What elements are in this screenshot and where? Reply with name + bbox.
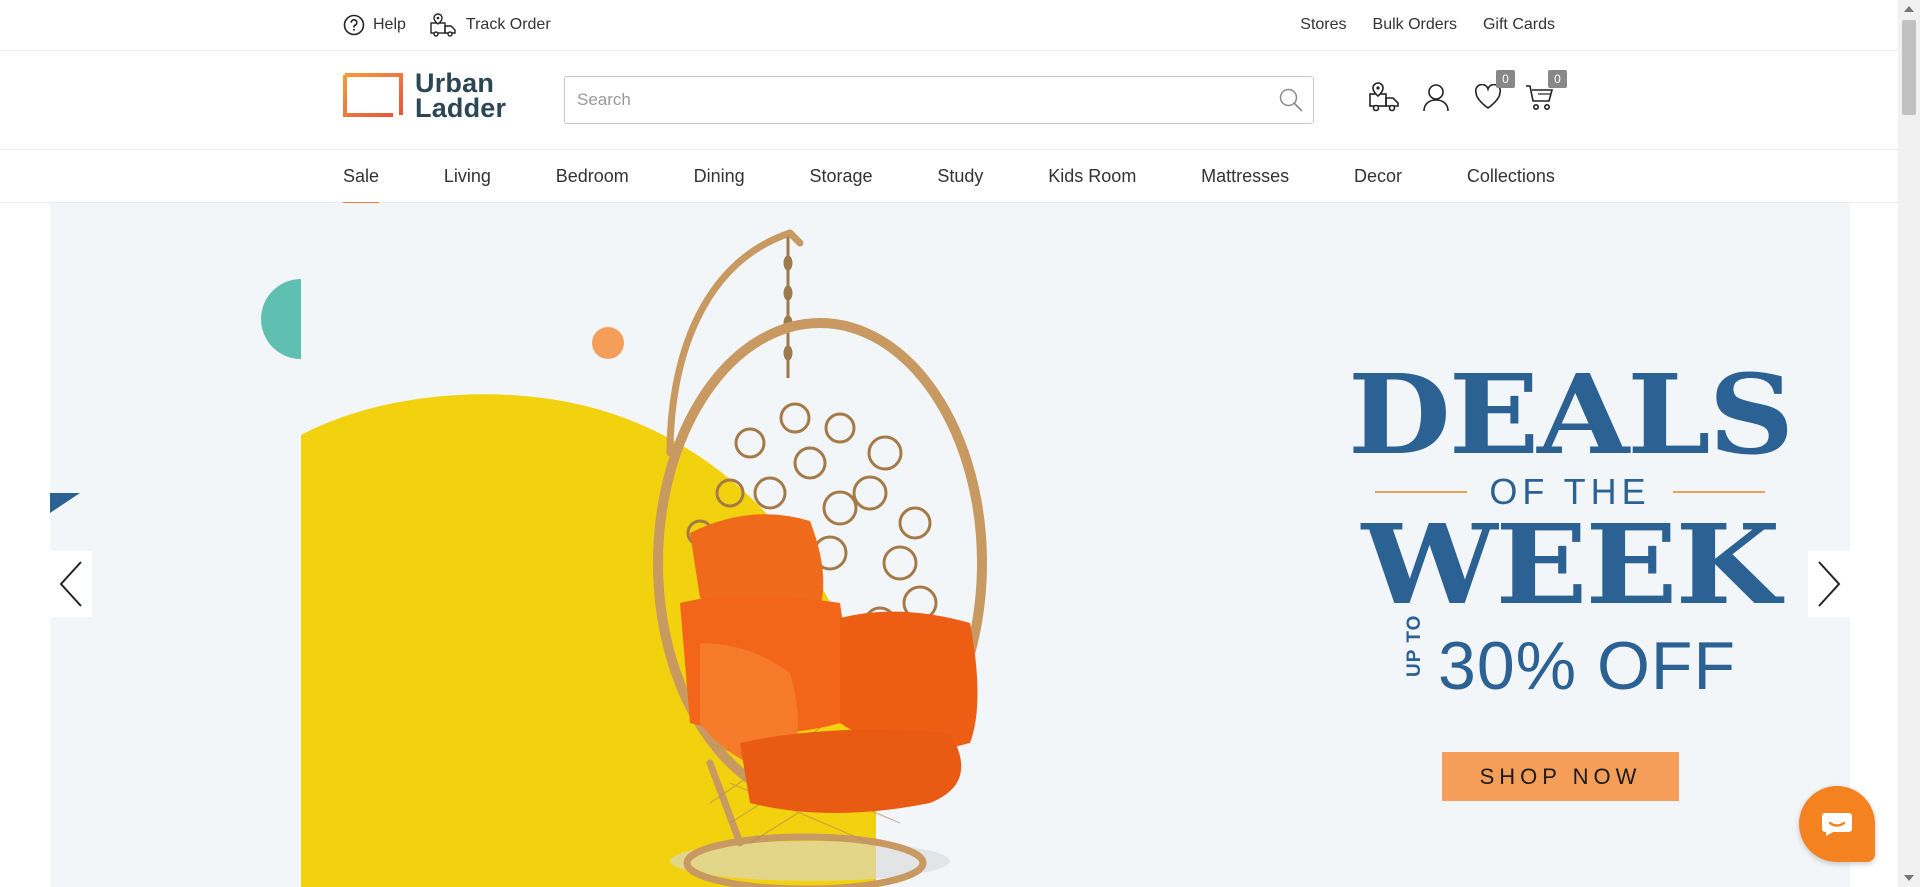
chevron-left-icon — [59, 561, 82, 607]
week-headline: WEEK — [1361, 500, 1781, 629]
teal-half-circle — [261, 279, 301, 359]
category-nav: Sale Living Bedroom Dining Storage Study… — [0, 150, 1898, 204]
divider-line-right — [1672, 491, 1765, 493]
gift-cards-link[interactable]: Gift Cards — [1483, 16, 1555, 34]
page-scrollbar[interactable] — [1898, 0, 1920, 887]
stores-link[interactable]: Stores — [1300, 16, 1346, 34]
carousel-prev-button[interactable] — [50, 551, 92, 617]
nav-item-kids-room[interactable]: Kids Room — [1048, 150, 1136, 203]
top-utility-bar: Help Track Order Stores Bulk Orders Gift… — [0, 0, 1898, 51]
search-input[interactable] — [565, 77, 1269, 123]
search-box — [564, 76, 1314, 124]
account-button[interactable] — [1420, 79, 1452, 115]
scroll-up-arrow[interactable] — [1904, 6, 1914, 12]
track-order-label: Track Order — [465, 16, 551, 33]
nav-item-study[interactable]: Study — [937, 150, 983, 203]
chat-bubble-icon — [1822, 813, 1852, 836]
logo-mark-icon — [343, 73, 403, 117]
help-link[interactable]: Help — [343, 14, 406, 36]
nav-item-bedroom[interactable]: Bedroom — [556, 150, 629, 203]
nav-item-sale[interactable]: Sale — [343, 150, 380, 204]
bulk-orders-link[interactable]: Bulk Orders — [1373, 16, 1457, 34]
nav-item-living[interactable]: Living — [444, 150, 491, 203]
main-header: Urban Ladder Search 0 0 — [0, 51, 1898, 150]
divider-line-left — [1375, 491, 1468, 493]
shop-now-button[interactable]: SHOP NOW — [1442, 752, 1679, 801]
deals-headline: DEALS — [1347, 350, 1794, 479]
up-to-label: UP TO — [1404, 614, 1426, 677]
discount-value: 30% OFF — [1438, 628, 1736, 704]
urban-ladder-logo[interactable]: Urban Ladder — [343, 70, 513, 123]
truck-icon — [430, 13, 456, 37]
delivery-truck-icon — [1369, 82, 1399, 112]
nav-item-storage[interactable]: Storage — [810, 150, 873, 203]
logo-text: Urban Ladder — [415, 70, 507, 123]
track-order-button[interactable] — [1368, 79, 1400, 115]
cart-button[interactable]: 0 — [1524, 70, 1567, 115]
blue-shape-fragment — [50, 493, 80, 513]
user-icon — [1423, 84, 1449, 112]
search-icon — [1279, 88, 1303, 112]
help-circle-icon — [343, 14, 365, 36]
orange-dot — [592, 327, 624, 359]
deals-promo-text: DEALS OF THE WEEK UP TO 30% OFF — [1320, 360, 1820, 705]
wishlist-button[interactable]: 0 — [1472, 70, 1515, 115]
discount-row: UP TO 30% OFF — [1320, 614, 1820, 705]
track-order-link[interactable]: Track Order — [430, 13, 551, 37]
nav-item-mattresses[interactable]: Mattresses — [1201, 150, 1289, 203]
nav-item-collections[interactable]: Collections — [1467, 150, 1555, 203]
help-label: Help — [373, 16, 406, 33]
cart-count-badge: 0 — [1548, 70, 1567, 88]
wishlist-count-badge: 0 — [1496, 70, 1515, 88]
nav-item-dining[interactable]: Dining — [694, 150, 745, 203]
scroll-down-arrow[interactable] — [1904, 875, 1914, 881]
logo-line-2: Ladder — [415, 93, 507, 123]
nav-item-decor[interactable]: Decor — [1354, 150, 1402, 203]
chat-widget-button[interactable] — [1799, 786, 1875, 862]
scroll-thumb[interactable] — [1902, 20, 1916, 115]
hero-banner[interactable]: DEALS OF THE WEEK UP TO 30% OFF SHOP NOW — [50, 203, 1850, 887]
swing-chair-chain — [783, 237, 793, 378]
search-button[interactable] — [1269, 77, 1313, 123]
